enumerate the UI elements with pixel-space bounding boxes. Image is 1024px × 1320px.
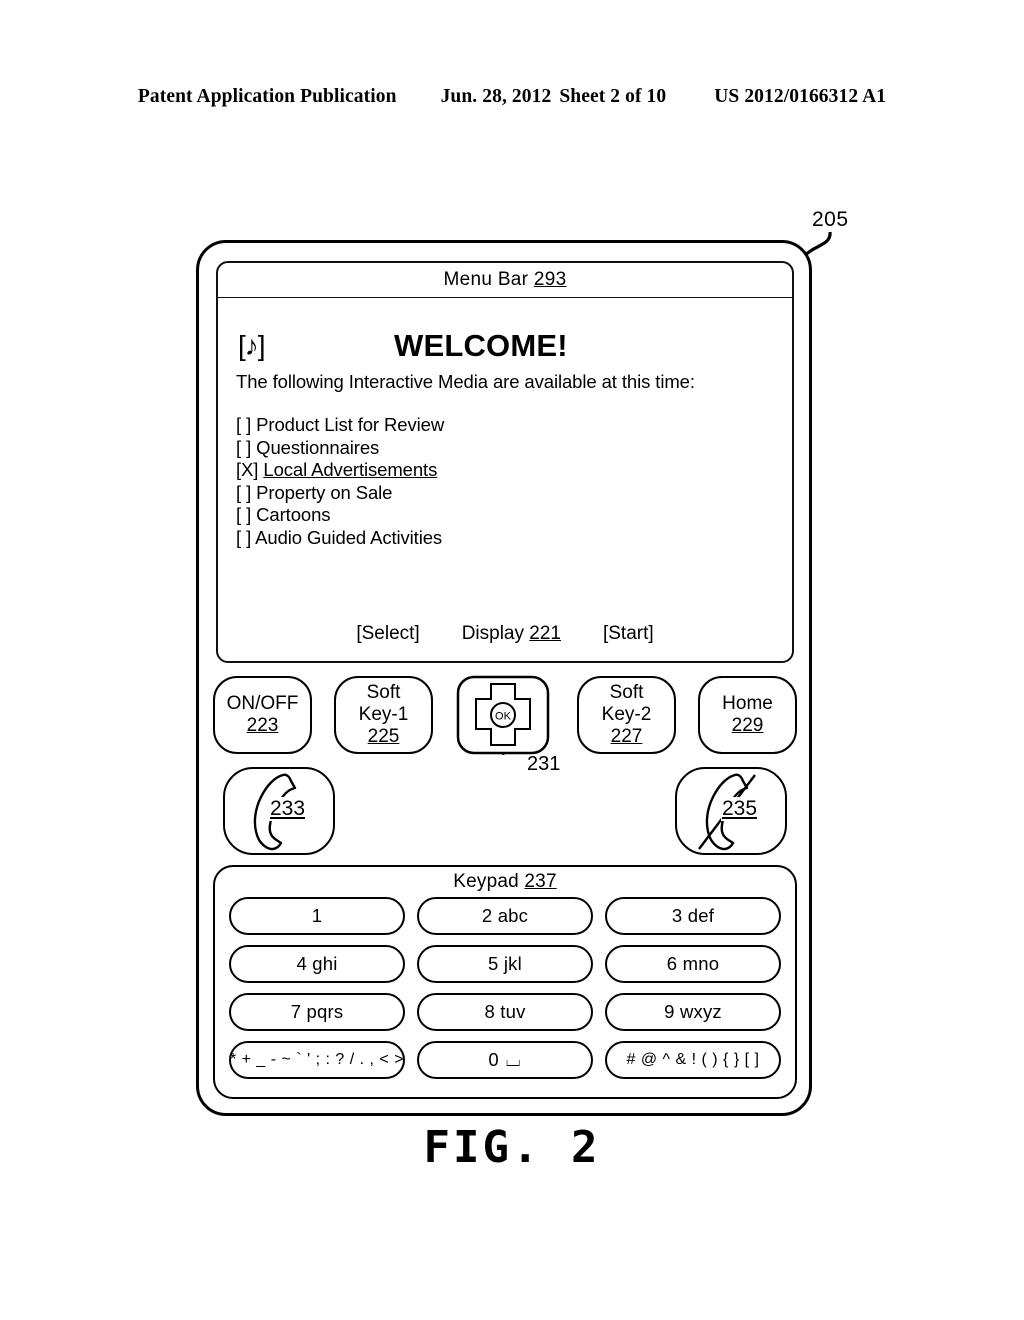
display-ref: 221 — [529, 623, 561, 644]
media-list-item[interactable]: [ ] Cartoons — [236, 504, 778, 527]
patent-publication-label: Patent Application Publication — [137, 86, 397, 107]
media-item-label[interactable]: Cartoons — [256, 504, 330, 525]
keypad-key-6[interactable]: 6 mno — [605, 945, 781, 983]
keypad-panel: Keypad 237 1 2 abc 3 def 4 ghi 5 jkl 6 m… — [213, 865, 797, 1099]
welcome-heading: WELCOME! — [394, 328, 568, 363]
patent-sheet-number: Sheet 2 of 10 — [559, 86, 667, 107]
screen-footer: [Select] Display 221 [Start] — [218, 623, 792, 645]
keypad-key-7[interactable]: 7 pqrs — [229, 993, 405, 1031]
keypad-key-4[interactable]: 4 ghi — [229, 945, 405, 983]
patent-number: US 2012/0166312 A1 — [714, 86, 887, 107]
display-label: Display — [461, 623, 530, 644]
menu-bar-ref: 293 — [533, 269, 567, 290]
select-softkey-label[interactable]: [Select] — [356, 623, 419, 645]
control-button-row: ON/OFF 223 Soft Key-1 225 OK 231 Soft Ke… — [213, 675, 797, 775]
power-button-label: ON/OFF — [226, 693, 299, 714]
menu-bar-label: Menu Bar — [443, 269, 534, 290]
soft-key-2-label-line1: Soft — [609, 682, 644, 703]
media-list-item[interactable]: [ ] Audio Guided Activities — [236, 527, 778, 550]
media-item-label[interactable]: Local Advertisements — [263, 459, 437, 480]
keypad-key-5[interactable]: 5 jkl — [417, 945, 593, 983]
soft-key-1-ref: 225 — [367, 726, 400, 747]
media-item-label[interactable]: Product List for Review — [256, 414, 444, 435]
keypad-key-star[interactable]: * + _ - ~ ` ' ; : ? / . , < > — [229, 1041, 405, 1079]
display-reference: Display 221 — [462, 623, 561, 645]
media-item-label[interactable]: Audio Guided Activities — [255, 527, 442, 548]
power-button[interactable]: ON/OFF 223 — [213, 676, 312, 754]
home-button-label: Home — [722, 693, 773, 714]
music-note-icon: [♪] — [238, 330, 266, 361]
start-softkey-label[interactable]: [Start] — [603, 623, 654, 645]
media-item-label[interactable]: Questionnaires — [256, 437, 379, 458]
soft-key-2-ref: 227 — [610, 726, 643, 747]
soft-key-1-label-line2: Key-1 — [358, 704, 409, 725]
call-button-row: 233 235 — [213, 767, 797, 859]
patent-date: Jun. 28, 2012 — [440, 86, 552, 107]
power-button-ref: 223 — [246, 715, 279, 736]
navigation-dpad-icon[interactable]: OK — [455, 675, 551, 755]
keypad-key-1[interactable]: 1 — [229, 897, 405, 935]
end-call-ref: 235 — [721, 797, 759, 821]
media-item-checkbox[interactable]: [ ] — [236, 437, 251, 458]
keypad-key-3[interactable]: 3 def — [605, 897, 781, 935]
keypad-title-ref: 237 — [524, 871, 557, 892]
soft-key-2-button[interactable]: Soft Key-2 227 — [577, 676, 676, 754]
soft-key-1-label-line1: Soft — [366, 682, 401, 703]
home-button[interactable]: Home 229 — [698, 676, 797, 754]
keypad-title-label: Keypad — [453, 871, 525, 892]
mobile-device-body: Menu Bar 293 [♪] WELCOME! The following … — [196, 240, 812, 1116]
patent-header: Patent Application Publication Jun. 28, … — [0, 86, 1024, 108]
media-item-checkbox[interactable]: [ ] — [236, 414, 251, 435]
media-item-checkbox[interactable]: [ ] — [236, 482, 251, 503]
end-call-button[interactable]: 235 — [675, 767, 787, 855]
media-list-item[interactable]: [ ] Product List for Review — [236, 414, 778, 437]
media-item-checkbox[interactable]: [ ] — [236, 504, 251, 525]
keypad-key-2[interactable]: 2 abc — [417, 897, 593, 935]
home-button-ref: 229 — [731, 715, 764, 736]
media-item-label[interactable]: Property on Sale — [256, 482, 392, 503]
keypad-key-hash[interactable]: # @ ^ & ! ( ) { } [ ] — [605, 1041, 781, 1079]
send-call-ref: 233 — [269, 797, 307, 821]
device-display-screen: Menu Bar 293 [♪] WELCOME! The following … — [216, 261, 794, 663]
soft-key-1-button[interactable]: Soft Key-1 225 — [334, 676, 433, 754]
interactive-media-list: [ ] Product List for Review [ ] Question… — [230, 414, 778, 549]
keypad-grid: 1 2 abc 3 def 4 ghi 5 jkl 6 mno 7 pqrs 8… — [229, 897, 781, 1079]
keypad-title: Keypad 237 — [215, 871, 795, 893]
navigation-dpad-wrapper: OK 231 — [455, 675, 560, 775]
keypad-key-8[interactable]: 8 tuv — [417, 993, 593, 1031]
welcome-subtitle: The following Interactive Media are avai… — [236, 371, 695, 392]
send-call-button[interactable]: 233 — [223, 767, 335, 855]
menu-bar[interactable]: Menu Bar 293 — [218, 263, 792, 298]
media-list-item[interactable]: [ ] Questionnaires — [236, 437, 778, 460]
media-item-checkbox[interactable]: [ ] — [236, 527, 251, 548]
svg-text:OK: OK — [495, 711, 512, 723]
keypad-key-0[interactable]: 0 ⌴ — [417, 1041, 593, 1079]
welcome-row: [♪] WELCOME! — [230, 328, 778, 368]
keypad-key-9[interactable]: 9 wxyz — [605, 993, 781, 1031]
media-item-checkbox-checked[interactable]: [X] — [236, 459, 258, 480]
media-list-item-selected[interactable]: [X] Local Advertisements — [236, 459, 778, 482]
screen-content: [♪] WELCOME! The following Interactive M… — [218, 298, 792, 549]
media-list-item[interactable]: [ ] Property on Sale — [236, 482, 778, 505]
figure-caption: FIG. 2 — [423, 1122, 601, 1173]
soft-key-2-label-line2: Key-2 — [601, 704, 652, 725]
